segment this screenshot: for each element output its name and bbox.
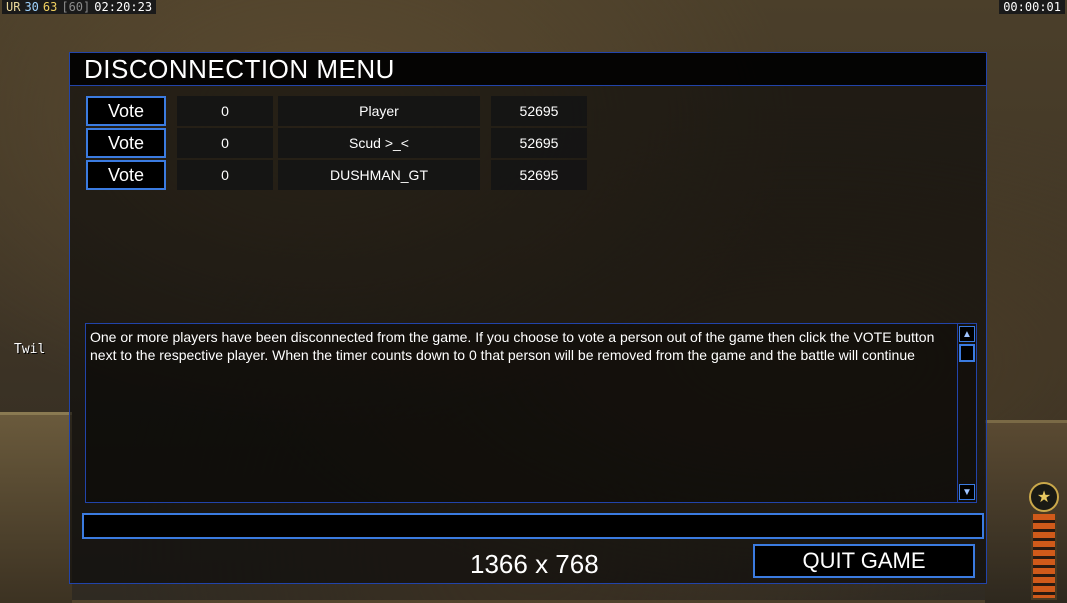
message-log[interactable]: One or more players have been disconnect… (85, 323, 977, 503)
power-meter (1031, 512, 1057, 600)
vote-count: 0 (177, 96, 273, 126)
hud-value-3: [60] (61, 0, 91, 14)
dialog-title: DISCONNECTION MENU (84, 54, 395, 84)
player-name: DUSHMAN_GT (278, 160, 480, 190)
hud-clock: 02:20:23 (94, 0, 153, 14)
player-tag: Twil (14, 342, 46, 357)
scroll-up-icon[interactable]: ▲ (959, 326, 975, 342)
player-timer: 52695 (491, 128, 587, 158)
hud-stats: UR 30 63 [60] 02:20:23 (2, 0, 157, 14)
disconnection-dialog: DISCONNECTION MENU Vote 0 Player 52695 V… (69, 52, 987, 584)
player-name: Player (278, 96, 480, 126)
resolution-label: 1366 x 768 (470, 549, 599, 579)
player-timer: 52695 (491, 96, 587, 126)
vote-button[interactable]: Vote (86, 96, 166, 126)
hud-timer: 00:00:01 (999, 0, 1065, 14)
vote-button[interactable]: Vote (86, 128, 166, 158)
vote-count: 0 (177, 128, 273, 158)
chat-input[interactable] (82, 513, 984, 539)
vote-count: 0 (177, 160, 273, 190)
hud-value-2: 63 (42, 0, 58, 14)
message-scrollbar[interactable]: ▲ ▼ (957, 324, 976, 502)
quit-game-button[interactable]: QUIT GAME (753, 544, 975, 578)
rank-star-icon: ★ (1029, 482, 1059, 512)
player-timer: 52695 (491, 160, 587, 190)
vote-button[interactable]: Vote (86, 160, 166, 190)
game-console-left (0, 412, 72, 603)
hud-prefix: UR (6, 0, 21, 14)
scroll-down-icon[interactable]: ▼ (959, 484, 975, 500)
hud-value-1: 30 (24, 0, 39, 14)
disconnect-message: One or more players have been disconnect… (90, 329, 935, 363)
scroll-thumb[interactable] (959, 344, 975, 362)
dialog-title-bar: DISCONNECTION MENU (70, 53, 986, 86)
player-name: Scud >_< (278, 128, 480, 158)
